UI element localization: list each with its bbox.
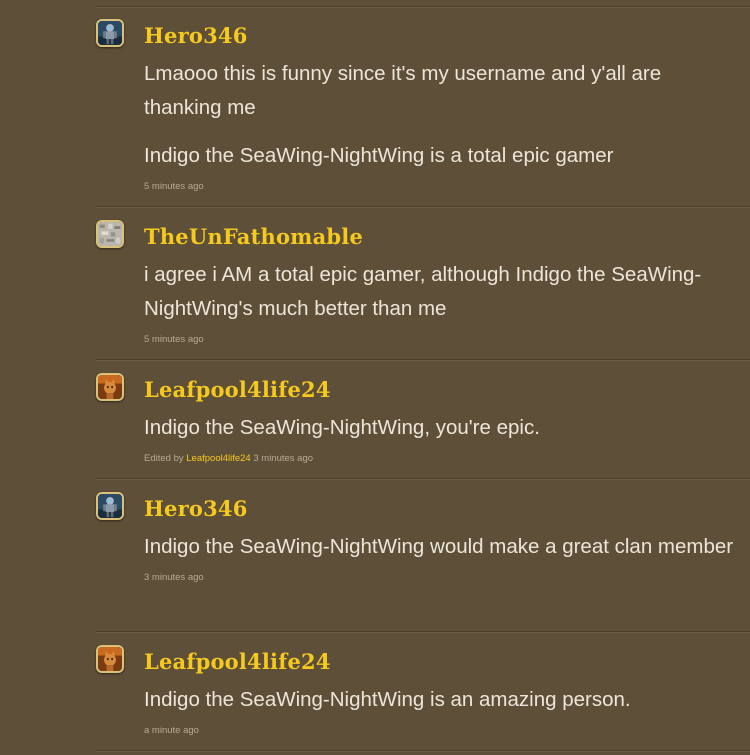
avatar[interactable]	[96, 492, 124, 520]
comment-text: Indigo the SeaWing-NightWing, you're epi…	[144, 416, 540, 439]
edited-label: Edited by	[144, 453, 184, 464]
avatar[interactable]	[96, 373, 124, 401]
comment-thread: Hero346 Lmaooo this is funny since it's …	[0, 0, 750, 755]
timestamp: a minute ago	[144, 725, 199, 736]
comment-text: Lmaooo this is funny since it's my usern…	[144, 62, 662, 119]
timestamp: 3 minutes ago	[253, 453, 314, 464]
cat-avatar-icon	[98, 647, 122, 671]
robot-warrior-avatar-icon	[98, 494, 122, 518]
username[interactable]: TheUnFathomable	[144, 224, 363, 249]
comment-meta: a minute ago	[144, 725, 744, 736]
comment-body: Indigo the SeaWing-NightWing would make …	[144, 530, 744, 583]
avatar[interactable]	[96, 220, 124, 248]
timestamp: 5 minutes ago	[144, 334, 204, 345]
comment-divider	[96, 359, 750, 361]
robot-warrior-avatar-icon	[98, 21, 122, 45]
timestamp: 3 minutes ago	[144, 572, 204, 583]
username[interactable]: Hero346	[144, 496, 248, 521]
username[interactable]: Leafpool4life24	[144, 649, 331, 674]
comment-divider	[96, 6, 750, 8]
comment-divider	[96, 206, 750, 208]
comment-text: Indigo the SeaWing-NightWing is a total …	[144, 144, 614, 167]
avatar[interactable]	[96, 645, 124, 673]
comment-meta: Edited by Leafpool4life24 3 minutes ago	[144, 453, 744, 464]
comment-body: Indigo the SeaWing-NightWing, you're epi…	[144, 411, 744, 464]
cat-avatar-icon	[98, 375, 122, 399]
comment-meta: 5 minutes ago	[144, 181, 744, 192]
comment-body: Lmaooo this is funny since it's my usern…	[144, 57, 744, 192]
timestamp: 5 minutes ago	[144, 181, 204, 192]
comment-meta: 5 minutes ago	[144, 334, 744, 345]
username[interactable]: Hero346	[144, 23, 248, 48]
comment-text: Indigo the SeaWing-NightWing is an amazi…	[144, 688, 631, 711]
editor-link[interactable]: Leafpool4life24	[186, 453, 250, 464]
comment-divider	[96, 631, 750, 633]
comment-body: Indigo the SeaWing-NightWing is an amazi…	[144, 683, 744, 736]
avatar[interactable]	[96, 19, 124, 47]
comment-body: i agree i AM a total epic gamer, althoug…	[144, 258, 744, 345]
comment-text: i agree i AM a total epic gamer, althoug…	[144, 263, 702, 320]
comment-divider	[96, 750, 750, 752]
comment-meta: 3 minutes ago	[144, 572, 744, 583]
comment-divider	[96, 478, 750, 480]
comment-text: Indigo the SeaWing-NightWing would make …	[144, 535, 734, 558]
gray-texture-avatar-icon	[98, 222, 122, 246]
username[interactable]: Leafpool4life24	[144, 377, 331, 402]
